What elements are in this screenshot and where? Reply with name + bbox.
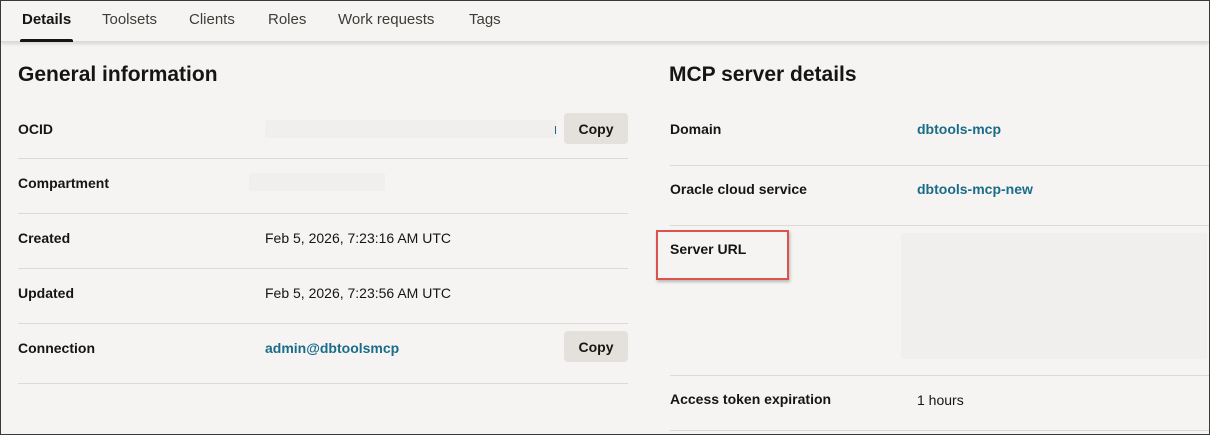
tab-roles[interactable]: Roles	[268, 1, 306, 42]
tab-work-requests[interactable]: Work requests	[338, 1, 434, 42]
copy-ocid-button[interactable]: Copy	[564, 113, 628, 144]
updated-label: Updated	[18, 285, 74, 301]
general-information-title: General information	[18, 63, 218, 86]
updated-value: Feb 5, 2026, 7:23:56 AM UTC	[265, 285, 451, 301]
row-divider	[18, 158, 628, 159]
tab-toolsets[interactable]: Toolsets	[102, 1, 157, 42]
oracle-cloud-service-link[interactable]: dbtools-mcp-new	[917, 181, 1033, 197]
tab-clients[interactable]: Clients	[189, 1, 235, 42]
ocid-cursor-mark	[555, 126, 556, 134]
row-divider	[18, 213, 628, 214]
access-token-expiration-value: 1 hours	[917, 392, 964, 408]
access-token-expiration-label: Access token expiration	[670, 391, 832, 407]
row-divider	[18, 383, 628, 384]
created-label: Created	[18, 230, 71, 246]
server-url-highlight-box	[656, 230, 789, 280]
copy-connection-button[interactable]: Copy	[564, 331, 628, 362]
ocid-value-redacted	[265, 120, 557, 138]
ocid-label: OCID	[18, 121, 53, 137]
domain-label: Domain	[670, 121, 722, 137]
tab-tags[interactable]: Tags	[469, 1, 501, 42]
compartment-label: Compartment	[18, 175, 110, 191]
row-divider	[670, 430, 1209, 431]
compartment-value-redacted	[249, 173, 385, 191]
tab-details[interactable]: Details	[19, 1, 74, 42]
row-divider	[670, 165, 1209, 166]
details-page: Details Toolsets Clients Roles Work requ…	[0, 0, 1210, 435]
mcp-server-details-title: MCP server details	[669, 63, 857, 86]
row-divider	[670, 225, 1209, 226]
connection-link[interactable]: admin@dbtoolsmcp	[265, 340, 399, 356]
connection-label: Connection	[18, 340, 95, 356]
tab-bar: Details Toolsets Clients Roles Work requ…	[1, 1, 1209, 42]
created-value: Feb 5, 2026, 7:23:16 AM UTC	[265, 230, 451, 246]
row-divider	[18, 268, 628, 269]
oracle-cloud-service-label: Oracle cloud service	[670, 181, 807, 197]
domain-link[interactable]: dbtools-mcp	[917, 121, 1001, 137]
row-divider	[670, 375, 1209, 376]
row-divider	[18, 323, 628, 324]
server-url-value-redacted	[901, 233, 1207, 359]
